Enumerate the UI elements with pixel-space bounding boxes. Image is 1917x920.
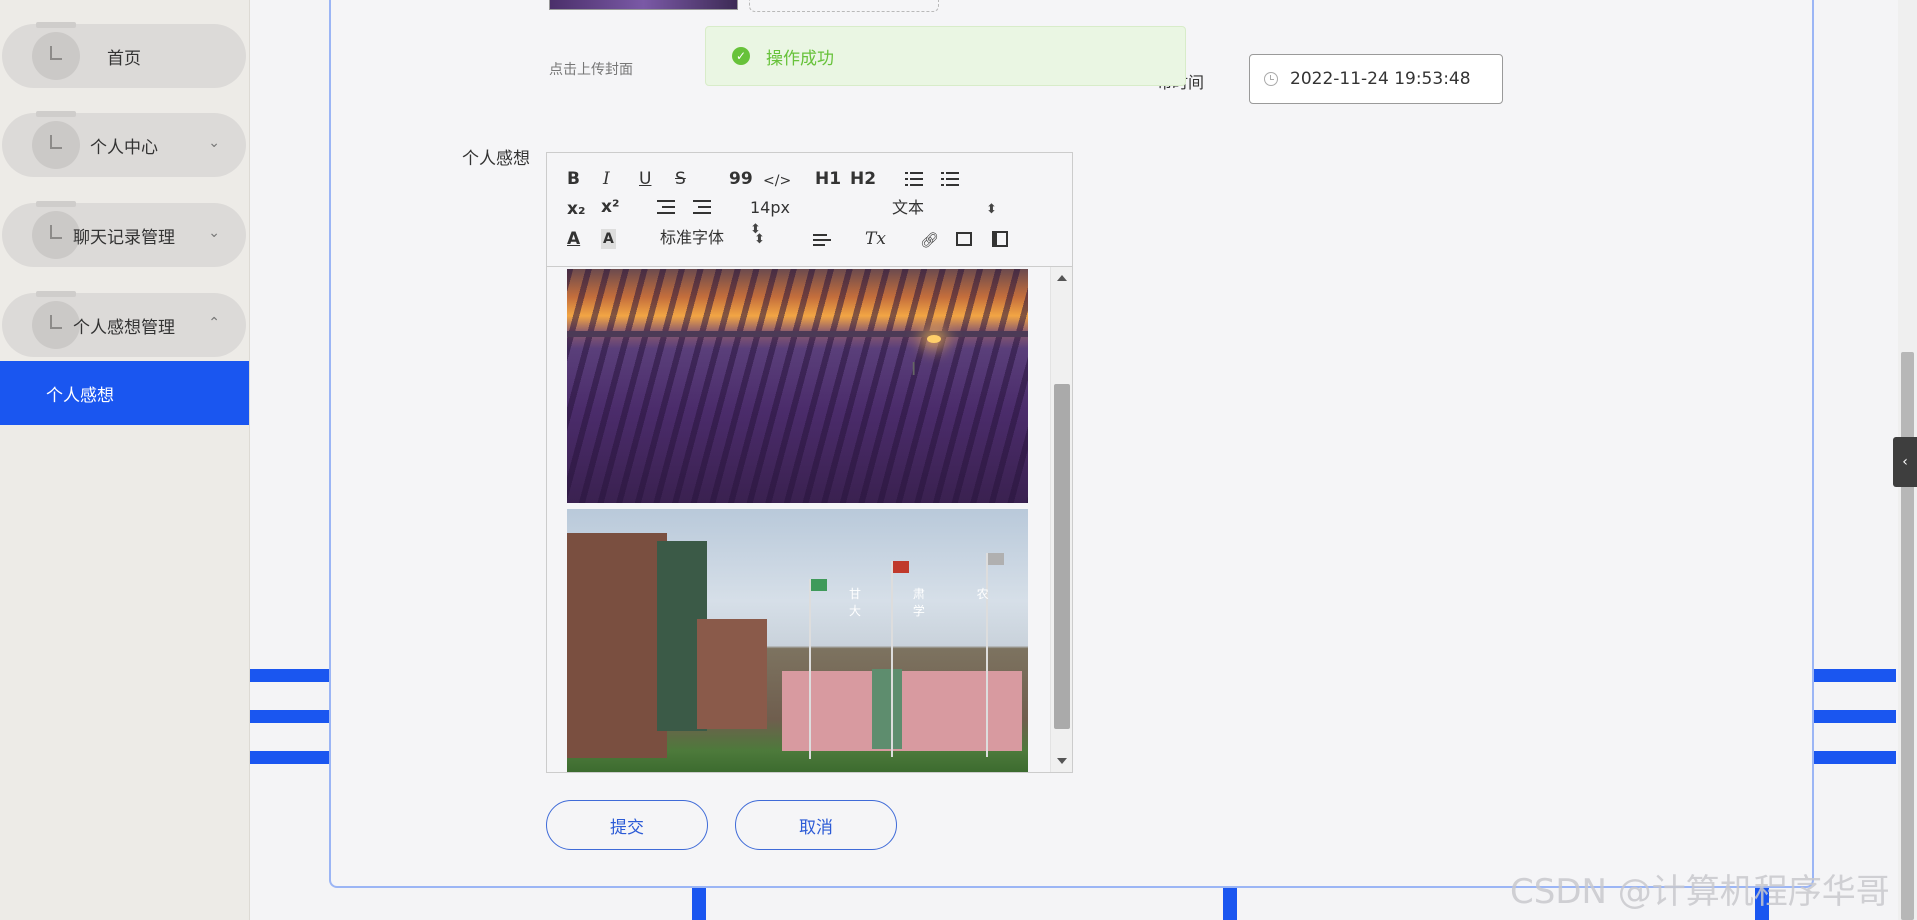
outdent-button[interactable] — [657, 199, 675, 219]
ordered-list-button[interactable] — [905, 171, 923, 191]
image-button[interactable] — [956, 231, 972, 251]
scroll-thumb[interactable] — [1054, 384, 1070, 729]
h1-button[interactable]: H1 — [815, 169, 841, 189]
home-icon — [32, 22, 80, 80]
bullet-list-icon — [941, 172, 959, 186]
scroll-up-icon[interactable] — [1057, 275, 1067, 281]
indent-button[interactable] — [693, 199, 711, 219]
publish-time-input[interactable]: 2022-11-24 19:53:48 — [1249, 54, 1503, 104]
outdent-icon — [657, 200, 675, 214]
sidebar-item-label: 聊天记录管理 — [73, 227, 175, 248]
chevron-left-icon: ‹ — [1902, 454, 1908, 470]
building — [567, 533, 667, 758]
sidebar-item-chat-records[interactable]: 聊天记录管理 ⌄ — [2, 201, 246, 267]
decor-line — [1223, 886, 1237, 920]
sidebar-item-label: 个人感想管理 — [73, 317, 175, 338]
font-family-select[interactable]: 标准字体 — [660, 228, 785, 250]
cover-hint: 点击上传封面 — [549, 62, 633, 78]
flag — [811, 579, 827, 591]
quote-button[interactable]: 99 — [729, 169, 753, 189]
decor-line — [1812, 669, 1896, 682]
decor-line — [250, 669, 332, 682]
code-button[interactable]: </> — [763, 171, 791, 191]
chevron-up-icon: ⌃ — [208, 315, 220, 331]
building — [872, 669, 902, 749]
cancel-button[interactable]: 取消 — [735, 800, 897, 850]
h2-button[interactable]: H2 — [850, 169, 876, 189]
flagpole — [809, 579, 811, 759]
underline-button[interactable]: U — [639, 169, 651, 189]
sidebar-item-label: 首页 — [107, 48, 141, 69]
sidebar-item-home[interactable]: 首页 — [2, 22, 246, 88]
decor-line — [250, 751, 332, 764]
decor-line — [692, 886, 706, 920]
campus-sign-text: 甘 肃 农 大 学 — [849, 587, 1013, 618]
campus-image: 甘 肃 农 大 学 — [567, 509, 1028, 772]
lavender-field-image — [567, 269, 1028, 503]
clock-icon — [1264, 72, 1278, 86]
text-color-button[interactable]: A — [567, 229, 580, 249]
strike-button[interactable]: S — [675, 169, 686, 189]
link-button[interactable]: 🔗︎ — [920, 230, 939, 250]
editor-toolbar: B I U S 99 </> H1 H2 x₂ x² 14px 文本 A A 标… — [547, 153, 1072, 267]
sidebar: 首页 个人中心 ⌄ 聊天记录管理 ⌄ 个人感想管理 ⌃ 个人感想 — [0, 0, 250, 920]
font-size-value: 14px — [750, 198, 790, 217]
chevron-down-icon: ⌄ — [208, 135, 220, 151]
flagpole — [986, 553, 988, 757]
sidebar-item-label: 个人中心 — [90, 137, 158, 158]
film-icon — [992, 231, 1008, 247]
user-icon — [32, 111, 80, 169]
content-label: 个人感想 — [462, 149, 530, 169]
chevron-down-icon: ⌄ — [208, 225, 220, 241]
italic-button[interactable]: I — [603, 169, 610, 189]
flag — [988, 553, 1004, 565]
cover-upload-button[interactable] — [749, 0, 939, 12]
sidebar-item-personal-center[interactable]: 个人中心 ⌄ — [2, 111, 246, 177]
bg-color-button[interactable]: A — [601, 229, 616, 249]
success-toast: ✓ 操作成功 — [705, 26, 1186, 86]
editor-scrollbar[interactable] — [1050, 267, 1072, 772]
collapse-panel-button[interactable]: ‹ — [1893, 437, 1917, 487]
text-cursor-icon: I — [911, 359, 917, 380]
decor-line — [1812, 710, 1896, 723]
header-value: 文本 — [892, 198, 925, 217]
flag — [893, 561, 909, 573]
ordered-list-icon — [905, 172, 923, 186]
subscript-button[interactable]: x₂ — [567, 199, 585, 219]
scroll-down-icon[interactable] — [1057, 758, 1067, 764]
image-icon — [956, 232, 972, 246]
bold-button[interactable]: B — [567, 169, 580, 189]
align-button[interactable] — [813, 233, 831, 253]
submit-button[interactable]: 提交 — [546, 800, 708, 850]
watermark: CSDN @计算机程序华哥 — [1510, 872, 1890, 912]
header-select[interactable]: 文本 — [892, 198, 1002, 220]
video-button[interactable] — [992, 231, 1008, 252]
sidebar-item-reflections[interactable]: 个人感想管理 ⌃ — [2, 291, 246, 357]
sidebar-subitem-reflection[interactable]: 个人感想 — [0, 361, 249, 425]
font-family-value: 标准字体 — [660, 228, 725, 247]
toast-message: 操作成功 — [766, 48, 834, 69]
align-left-icon — [813, 234, 831, 248]
publish-time-value: 2022-11-24 19:53:48 — [1290, 69, 1471, 89]
indent-icon — [693, 200, 711, 214]
cover-image[interactable] — [549, 0, 738, 10]
building — [697, 619, 767, 729]
decor-line — [250, 710, 332, 723]
clear-format-button[interactable]: Tx — [865, 229, 886, 249]
rich-text-editor: B I U S 99 </> H1 H2 x₂ x² 14px 文本 A A 标… — [546, 152, 1073, 773]
editor-content[interactable]: 甘 肃 农 大 学 I — [547, 267, 1072, 772]
link-icon: 🔗︎ — [920, 231, 940, 249]
decor-line — [1812, 751, 1896, 764]
superscript-button[interactable]: x² — [601, 197, 619, 217]
check-icon: ✓ — [732, 47, 750, 65]
bullet-list-button[interactable] — [941, 171, 959, 191]
